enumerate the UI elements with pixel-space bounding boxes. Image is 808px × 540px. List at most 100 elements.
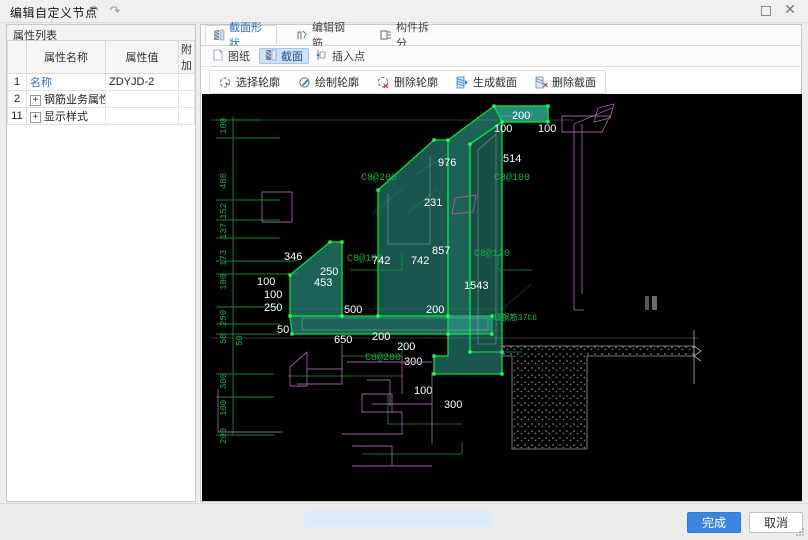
component-split-icon	[380, 29, 392, 41]
svg-text:650: 650	[334, 334, 352, 346]
svg-text:200: 200	[426, 304, 444, 316]
svg-text:173: 173	[219, 250, 229, 266]
draw-outline-button[interactable]: 绘制轮廓	[289, 72, 368, 92]
row-index: 2	[8, 91, 27, 108]
svg-text:C8@120: C8@120	[474, 248, 510, 260]
confirm-button[interactable]: 完成	[687, 512, 741, 533]
svg-text:50: 50	[235, 335, 245, 346]
column-extra: 附加	[179, 41, 195, 74]
row-name-cell[interactable]: +钢筋业务属性	[27, 91, 106, 108]
delete-outline-button[interactable]: 删除轮廓	[368, 72, 447, 92]
svg-text:453: 453	[314, 277, 332, 289]
property-name-link[interactable]: 名称	[30, 77, 52, 89]
select-outline-button[interactable]: 选择轮廓	[210, 72, 289, 92]
svg-text:200: 200	[219, 428, 229, 444]
row-extra[interactable]	[179, 74, 195, 91]
property-name: 显示样式	[44, 111, 88, 123]
custom-node-editor-window: 编辑自定义节点 ↶ ↷ ✕ 属性列表 属性名称 属性值 附加 1 名称 ZDYJ…	[0, 0, 808, 539]
expand-icon[interactable]: +	[30, 95, 41, 106]
resize-grip-icon[interactable]	[796, 528, 805, 537]
row-name-cell[interactable]: 名称	[27, 74, 106, 91]
close-icon[interactable]: ✕	[782, 2, 798, 18]
svg-text:514: 514	[503, 153, 521, 165]
svg-text:100: 100	[219, 400, 229, 416]
svg-text:100: 100	[219, 274, 229, 290]
svg-text:C8@100: C8@100	[494, 172, 530, 184]
svg-text:200: 200	[372, 331, 390, 343]
window-title: 编辑自定义节点	[10, 4, 98, 21]
undo-icon[interactable]: ↶	[86, 4, 100, 18]
column-name: 属性名称	[27, 41, 106, 74]
generate-section-icon	[456, 76, 469, 89]
maximize-icon[interactable]	[760, 5, 772, 17]
toolbar-label: 删除轮廓	[394, 74, 438, 90]
row-value[interactable]	[106, 108, 179, 125]
rebar-annotation: A级钢筋37C6	[489, 312, 537, 323]
svg-text:250: 250	[219, 310, 229, 326]
subbar-item-insert-point[interactable]: 插入点	[311, 48, 370, 64]
svg-text:100: 100	[494, 123, 512, 135]
row-extra[interactable]	[179, 91, 195, 108]
subbar-label: 图纸	[228, 48, 250, 64]
redacted-region	[303, 511, 493, 527]
drawing-icon	[212, 49, 224, 64]
generate-section-button[interactable]: 生成截面	[447, 72, 526, 92]
section-icon	[265, 49, 277, 64]
subbar-label: 插入点	[332, 48, 365, 64]
column-value: 属性值	[106, 41, 179, 74]
tab-edit-rebar[interactable]: 编辑钢筋	[289, 25, 361, 45]
tab-component-split[interactable]: 构件拆分	[373, 25, 445, 45]
svg-text:C8@200: C8@200	[361, 172, 397, 184]
row-value[interactable]: ZDYJD-2	[106, 74, 179, 91]
svg-text:50: 50	[277, 324, 289, 336]
tab-bar: 截面形状 编辑钢筋 构件拆分	[201, 25, 801, 46]
table-row[interactable]: 2 +钢筋业务属性	[8, 91, 195, 108]
delete-section-button[interactable]: 删除截面	[526, 72, 605, 92]
delete-outline-icon	[377, 76, 390, 89]
svg-text:742: 742	[411, 255, 429, 267]
redo-icon[interactable]: ↷	[108, 4, 122, 18]
expand-icon[interactable]: +	[30, 112, 41, 123]
insert-point-icon	[316, 49, 328, 64]
cad-canvas[interactable]: 100 488 152 137 173 100 250 50 50 300 10…	[202, 94, 802, 501]
view-mode-bar: 图纸 截面 插入点	[201, 46, 801, 67]
svg-text:488: 488	[219, 173, 229, 189]
svg-text:100: 100	[219, 118, 229, 134]
table-row[interactable]: 11 +显示样式	[8, 108, 195, 125]
svg-text:152: 152	[219, 203, 229, 219]
toolbar-label: 绘制轮廓	[315, 74, 359, 90]
svg-text:300: 300	[444, 399, 462, 411]
tab-section-shape[interactable]: 截面形状	[205, 25, 277, 45]
work-area: 截面形状 编辑钢筋 构件拆分 图纸	[200, 24, 802, 502]
cancel-button[interactable]: 取消	[749, 512, 803, 533]
svg-text:857: 857	[432, 245, 450, 257]
row-value[interactable]	[106, 91, 179, 108]
outline-toolbar-group: 选择轮廓 绘制轮廓 删除轮廓	[209, 70, 606, 94]
toolbar-label: 生成截面	[473, 74, 517, 90]
svg-text:346: 346	[284, 251, 302, 263]
property-table: 属性名称 属性值 附加 1 名称 ZDYJD-2 2 +钢筋业务属性	[7, 41, 195, 125]
svg-text:500: 500	[344, 304, 362, 316]
row-extra[interactable]	[179, 108, 195, 125]
property-panel: 属性列表 属性名称 属性值 附加 1 名称 ZDYJD-2 2	[6, 24, 196, 502]
svg-text:976: 976	[438, 157, 456, 169]
toolbar-label: 选择轮廓	[236, 74, 280, 90]
toolbar-label: 删除截面	[552, 74, 596, 90]
property-table-header-row: 属性名称 属性值 附加	[8, 41, 195, 74]
svg-text:137: 137	[219, 223, 229, 239]
row-name-cell[interactable]: +显示样式	[27, 108, 106, 125]
draw-outline-icon	[298, 76, 311, 89]
subbar-item-drawing[interactable]: 图纸	[207, 48, 255, 64]
svg-text:300: 300	[219, 373, 229, 389]
svg-text:50: 50	[219, 333, 229, 344]
property-list-header: 属性列表	[7, 25, 195, 41]
table-row[interactable]: 1 名称 ZDYJD-2	[8, 74, 195, 91]
svg-text:100: 100	[264, 289, 282, 301]
svg-text:250: 250	[264, 302, 282, 314]
cad-drawing: 100 488 152 137 173 100 250 50 50 300 10…	[202, 94, 802, 501]
svg-text:200: 200	[397, 341, 415, 353]
svg-text:200: 200	[512, 110, 530, 122]
select-outline-icon	[219, 76, 232, 89]
property-name: 钢筋业务属性	[44, 94, 106, 106]
subbar-item-section[interactable]: 截面	[259, 48, 309, 64]
